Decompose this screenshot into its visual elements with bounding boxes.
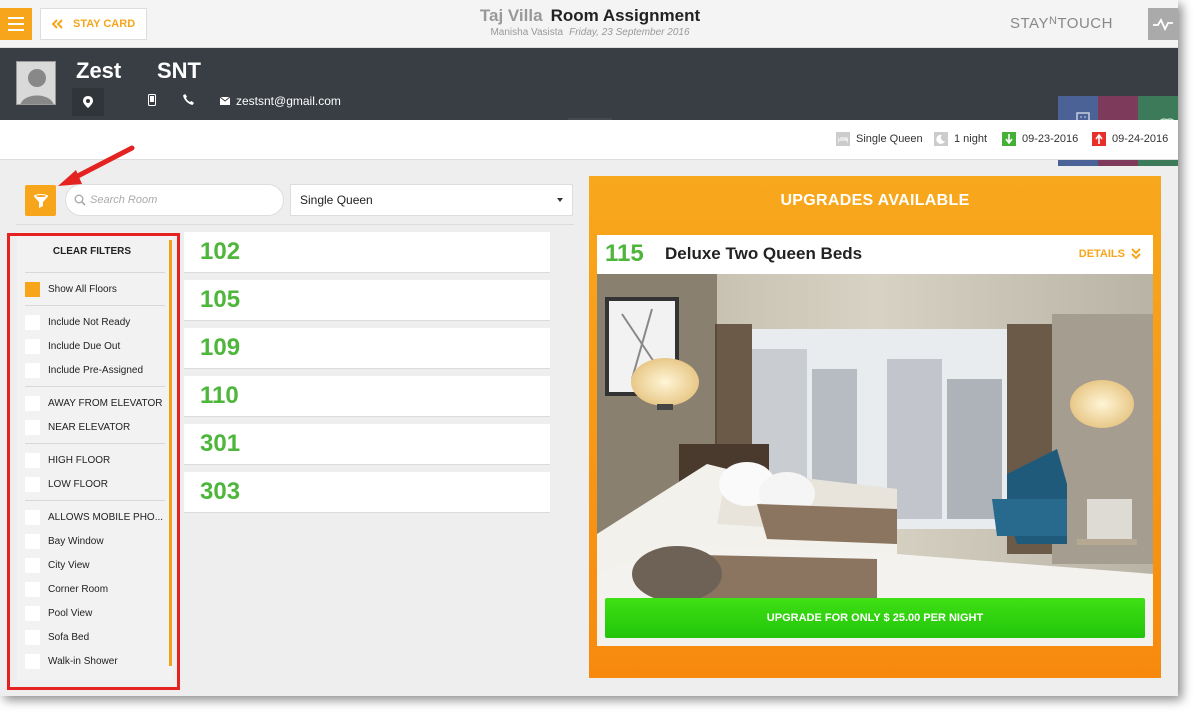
stay-room-type: Single Queen — [836, 132, 923, 146]
divider — [16, 224, 574, 225]
app-window: STAY CARD Taj Villa Room Assignment Manis… — [0, 0, 1178, 696]
room-type-select[interactable]: Single Queen — [290, 184, 573, 216]
hamburger-icon-line — [8, 23, 24, 25]
search-input[interactable] — [90, 194, 270, 206]
details-label: DETAILS — [1078, 248, 1125, 260]
upgrade-button[interactable]: UPGRADE FOR ONLY $ 25.00 PER NIGHT — [605, 598, 1145, 638]
page-title: Room Assignment — [550, 6, 701, 25]
available-rooms-list: 102 105 109 110 301 303 — [184, 232, 550, 520]
upgrade-room-name: Deluxe Two Queen Beds — [665, 244, 863, 263]
guest-email[interactable]: zestsnt@gmail.com — [220, 94, 341, 108]
room-row[interactable]: 301 — [184, 424, 550, 465]
stay-card-back-button[interactable]: STAY CARD — [40, 8, 147, 40]
hamburger-icon-line — [8, 29, 24, 31]
double-chevron-down-icon — [1131, 248, 1141, 260]
stay-departure-date: 09-24-2016 — [1112, 133, 1169, 145]
upgrade-room-number: 115 — [605, 240, 644, 267]
double-chevron-left-icon — [51, 19, 63, 29]
room-row[interactable]: 102 — [184, 232, 550, 273]
stay-nights: 1 night — [934, 132, 987, 146]
mobile-phone-icon[interactable] — [148, 94, 156, 106]
moon-icon — [934, 132, 948, 146]
room-type-selected: Single Queen — [300, 193, 373, 207]
guest-email-text: zestsnt@gmail.com — [236, 94, 341, 108]
user-name: Manisha Vasista — [490, 27, 564, 38]
filter-funnel-icon — [33, 193, 48, 208]
envelope-icon — [220, 97, 230, 105]
upgrade-room-photo — [597, 274, 1153, 646]
caret-down-icon — [557, 198, 563, 202]
filter-toggle-button[interactable] — [25, 185, 56, 216]
avatar — [16, 61, 56, 105]
phone-icon[interactable] — [183, 94, 194, 105]
stay-arrival: 09-23-2016 — [1002, 132, 1078, 146]
upgrades-panel: UPGRADES AVAILABLE 115 Deluxe Two Queen … — [589, 176, 1161, 678]
room-row[interactable]: 110 — [184, 376, 550, 417]
stay-departure: 09-24-2016 — [1092, 132, 1168, 146]
guest-header: Zest SNT zestsnt@gmail.com — [0, 48, 1178, 166]
business-date: Friday, 23 September 2016 — [569, 27, 690, 38]
activity-button[interactable] — [1148, 8, 1178, 40]
stay-nights-text: 1 night — [954, 133, 988, 145]
arrow-up-icon — [1092, 132, 1106, 146]
pulse-icon — [1153, 18, 1173, 31]
upgrade-card-header: 115 Deluxe Two Queen Beds DETAILS — [597, 235, 1153, 274]
details-link[interactable]: DETAILS — [1079, 248, 1141, 260]
location-pin-icon — [83, 96, 93, 108]
stay-room-type-text: Single Queen — [856, 133, 923, 145]
room-row[interactable]: 303 — [184, 472, 550, 513]
annotation-arrow-icon — [58, 145, 135, 186]
staynttouch-logo: STAYNTOUCH — [1010, 15, 1113, 32]
stay-info-bar: Single Queen 1 night 09-23-2016 09-24-20… — [0, 120, 1178, 160]
bed-icon — [836, 132, 850, 146]
top-bar: STAY CARD Taj Villa Room Assignment Manis… — [0, 0, 1178, 48]
stay-card-label: STAY CARD — [73, 18, 136, 30]
hamburger-icon — [8, 17, 24, 19]
room-row[interactable]: 109 — [184, 328, 550, 369]
arrow-down-icon — [1002, 132, 1016, 146]
menu-button[interactable] — [0, 8, 32, 40]
upgrades-title: UPGRADES AVAILABLE — [780, 192, 970, 209]
stay-arrival-date: 09-23-2016 — [1022, 133, 1079, 145]
page-header: Taj Villa Room Assignment Manisha Vasista… — [400, 6, 780, 38]
search-icon — [74, 194, 86, 206]
annotation-highlight-box — [7, 233, 180, 690]
address-button[interactable] — [72, 88, 104, 116]
guest-first-name: Zest — [76, 58, 122, 83]
room-row[interactable]: 105 — [184, 280, 550, 321]
user-silhouette-icon — [17, 62, 55, 104]
guest-last-name: SNT — [157, 58, 201, 83]
hotel-room-image — [597, 274, 1153, 646]
hotel-name: Taj Villa — [479, 6, 543, 25]
